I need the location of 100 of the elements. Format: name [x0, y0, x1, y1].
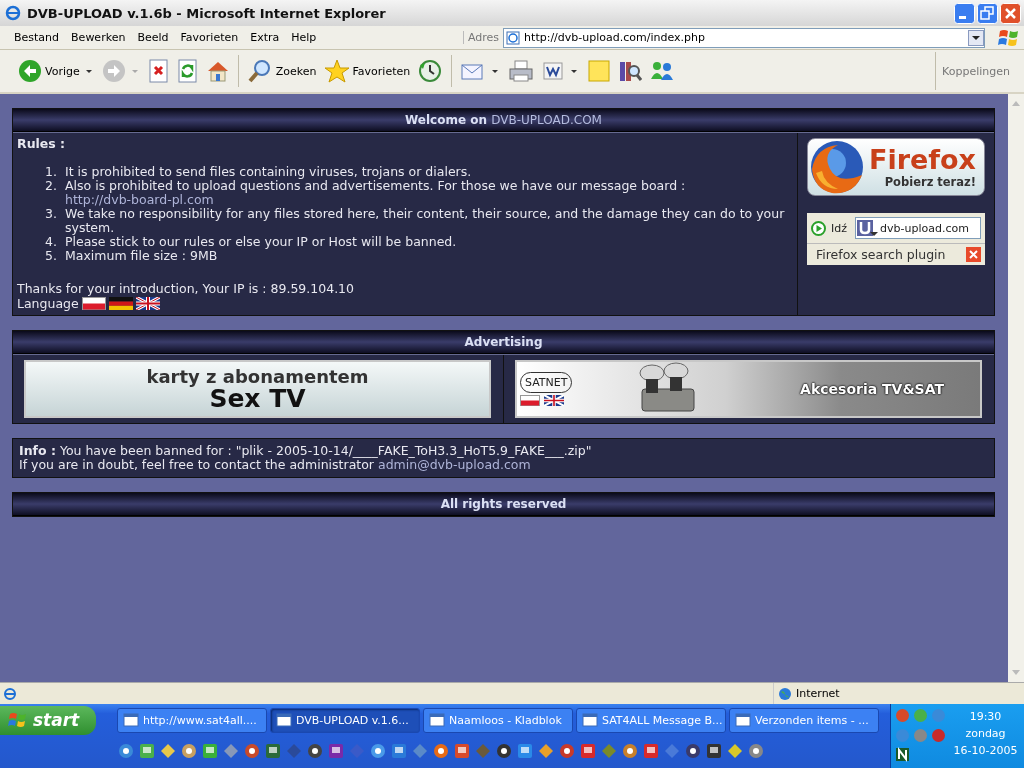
back-button[interactable]: Vorige	[16, 57, 82, 85]
list-number: 3.	[44, 207, 58, 223]
search-field[interactable]: dvb-upload.com	[855, 217, 981, 239]
ad-banner[interactable]: SATNET Akcesoria TV&SAT	[515, 360, 982, 418]
caret-icon[interactable]	[84, 68, 93, 74]
rule-text: Also is prohibited to upload questions and advertisements. For those we have our message board : http://dvb-board-pl.com	[65, 179, 687, 207]
taskbar-button[interactable]: SAT4ALL Message B...	[576, 707, 726, 733]
minimize-button[interactable]	[954, 2, 975, 24]
taskbar-button[interactable]: http://www.sat4all....	[117, 707, 267, 733]
ad-banner[interactable]: karty z abonamentem Sex TV	[24, 360, 491, 418]
rule-text: We take no responsibility for any files stored here, their content, their source, and the damage they can do to your system.	[65, 207, 786, 235]
scrollbar[interactable]	[1008, 94, 1024, 682]
rules-heading: Rules :	[17, 136, 67, 151]
email-link[interactable]: admin@dvb-upload.com	[377, 457, 531, 472]
caret-icon[interactable]	[491, 68, 500, 74]
address-field[interactable]: http://dvb-upload.com/index.php	[503, 27, 986, 48]
plugin-caption: Firefox search plugin	[816, 247, 946, 262]
app-icon[interactable]	[685, 743, 701, 759]
page-icon	[506, 30, 521, 45]
ip-text: Thanks for your introduction, Your IP is : 89.59.104.10	[17, 281, 356, 296]
panel-title: Advertising	[464, 335, 543, 349]
banner-text: Sex TV	[209, 385, 306, 412]
rule-text: It is prohibited to send files containing viruses, trojans or dialers.	[65, 165, 473, 179]
language-label: Language	[17, 296, 79, 311]
dropdown-icon[interactable]	[968, 29, 985, 46]
menu-item[interactable]: Help	[285, 29, 323, 46]
app-icon[interactable]	[622, 743, 638, 759]
clock-time: 19:30	[969, 709, 1002, 725]
taskbar-button[interactable]: DVB-UPLOAD v.1.6...	[270, 707, 420, 733]
tray-icon[interactable]	[895, 747, 910, 763]
window-icon	[123, 712, 139, 728]
menu-item[interactable]: Favorieten	[174, 29, 245, 46]
app-icon[interactable]	[307, 743, 323, 759]
menu-item[interactable]: Extra	[244, 29, 286, 46]
footer-text: All rights reserved	[440, 497, 567, 511]
app-icon[interactable]	[118, 743, 134, 759]
stop-icon	[147, 59, 170, 83]
flag-icon	[520, 395, 540, 406]
go-label[interactable]: Idź	[831, 221, 850, 235]
banner-title: Firefox	[868, 145, 976, 175]
app-icon[interactable]	[370, 743, 386, 759]
flag-icon[interactable]	[81, 297, 106, 310]
close-icon[interactable]	[966, 247, 981, 262]
app-icon[interactable]	[496, 743, 512, 759]
app-icon[interactable]	[181, 743, 197, 759]
globe-icon	[808, 139, 866, 195]
printer-icon	[508, 59, 535, 83]
refresh-icon	[176, 59, 199, 83]
page-icon	[3, 686, 17, 701]
banner-subtitle: Pobierz teraz!	[884, 175, 976, 189]
star-icon	[323, 59, 350, 83]
caret-icon[interactable]	[570, 68, 579, 74]
app-icon[interactable]	[559, 743, 575, 759]
taskbar-button[interactable]: Verzonden items - ...	[729, 707, 879, 733]
flag-icon[interactable]	[135, 297, 160, 310]
app-icon[interactable]	[433, 743, 449, 759]
taskbar-button[interactable]: Naamloos - Kladblok	[423, 707, 573, 733]
rule-text: Please stick to our rules or else your IP or Host will be banned.	[65, 235, 458, 249]
note-icon	[587, 59, 612, 83]
app-icon[interactable]	[244, 743, 260, 759]
search-icon	[246, 59, 273, 83]
globe-icon	[778, 686, 792, 701]
window-icon	[735, 712, 751, 728]
books-icon	[618, 59, 643, 83]
flag-icon	[544, 395, 564, 406]
menu-item[interactable]: Bewerken	[65, 29, 132, 46]
people-icon	[649, 59, 676, 83]
list-number: 2.	[44, 179, 58, 195]
info-text: Info : You have been banned for : "plik - 2005-10-14/____FAKE_ToH3.3_HoT5.9_FAKE___.zip"	[19, 444, 593, 458]
document-icon	[541, 59, 566, 83]
list-number: 5.	[44, 249, 58, 263]
zone-label: Internet	[796, 687, 840, 700]
history-icon	[417, 59, 444, 83]
banner-text: Akcesoria TV&SAT	[800, 381, 944, 397]
panel-title: Welcome on DVB-UPLOAD.COM	[405, 113, 602, 127]
message-board-link[interactable]: http://dvb-board-pl.com	[65, 192, 214, 207]
firefox-banner[interactable]: Firefox Pobierz teraz!	[807, 138, 985, 196]
menu-item[interactable]: Beeld	[131, 29, 175, 46]
restore-button[interactable]	[977, 2, 998, 24]
favorites-button[interactable]: Favorieten	[321, 57, 413, 85]
banner-text: karty z abonamentem	[146, 366, 369, 386]
flag-icon[interactable]	[108, 297, 133, 310]
window-icon	[429, 712, 445, 728]
windows-logo-icon	[8, 711, 28, 729]
window-icon	[582, 712, 598, 728]
app-icon[interactable]	[748, 743, 764, 759]
list-number: 1.	[44, 165, 58, 179]
browser-icon	[5, 5, 21, 21]
clock-date: 16-10-2005	[953, 743, 1018, 759]
clock-day: zondag	[965, 725, 1006, 742]
window-title: DVB-UPLOAD v.1.6b - Microsoft Internet Explorer	[27, 5, 387, 21]
close-button[interactable]	[1000, 2, 1021, 24]
go-icon[interactable]	[811, 220, 826, 236]
contact-text: If you are in doubt, feel free to contact the administrator admin@dvb-upload.com	[19, 458, 531, 472]
menu-item[interactable]: Bestand	[8, 29, 66, 46]
links-label[interactable]: Koppelingen	[942, 64, 1010, 78]
rule-text: Maximum file size : 9MB	[65, 249, 219, 263]
window-icon	[276, 712, 292, 728]
app-icon[interactable]	[706, 743, 722, 759]
search-button[interactable]: Zoeken	[244, 57, 319, 85]
